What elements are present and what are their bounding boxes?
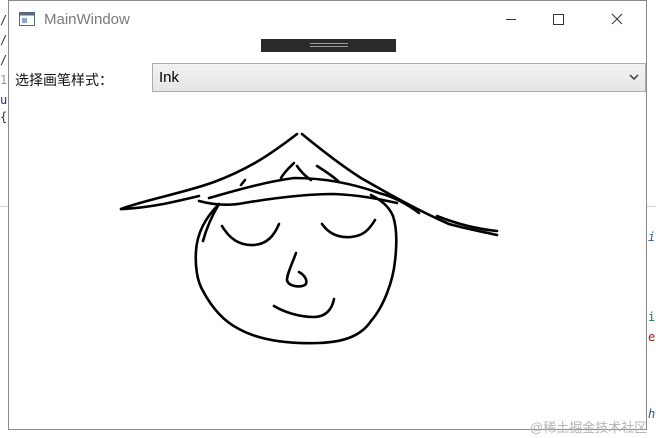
watermark: @稀土掘金技术社区: [530, 420, 648, 435]
ink-stroke: [239, 178, 247, 187]
pen-style-selected-value: Ink: [159, 69, 180, 86]
grip-line: [310, 43, 348, 44]
ink-stroke: [300, 132, 499, 237]
minimize-button[interactable]: [488, 1, 534, 37]
bg-divider: [646, 206, 656, 207]
bg-code-glyph: e: [648, 330, 656, 344]
bg-code-glyph: /: [0, 53, 8, 67]
close-button[interactable]: [594, 1, 640, 37]
bg-code-glyph: i: [648, 230, 656, 244]
title-bar[interactable]: MainWindow: [9, 1, 646, 37]
ink-stroke: [197, 192, 399, 207]
bg-code-glyph: 1: [0, 73, 8, 87]
pen-style-label: 选择画笔样式：: [15, 72, 113, 88]
bg-code-glyph: i: [648, 310, 656, 324]
window-title: MainWindow: [44, 11, 130, 28]
grip-line: [310, 46, 348, 47]
chevron-down-icon: [629, 74, 639, 80]
close-icon: [611, 13, 623, 25]
maximize-icon: [553, 14, 564, 25]
ink-canvas[interactable]: [9, 96, 646, 386]
ink-stroke: [194, 193, 398, 345]
app-window-icon: [19, 12, 35, 26]
ink-stroke: [285, 251, 308, 288]
ink-stroke: [272, 297, 336, 319]
debug-toolbar[interactable]: [261, 39, 396, 52]
ink-stroke: [220, 222, 281, 247]
ink-stroke: [320, 218, 377, 239]
bg-code-glyph: /: [0, 33, 8, 47]
bg-code-glyph: {: [0, 110, 8, 124]
bg-code-glyph: /: [0, 13, 8, 27]
bg-code-glyph: u: [0, 93, 8, 107]
bg-code-glyph: h: [648, 407, 656, 421]
main-window: MainWindow 选择画笔样式： Ink: [8, 0, 647, 430]
pen-style-combobox[interactable]: Ink: [152, 63, 646, 92]
minimize-icon: [506, 19, 516, 20]
maximize-button[interactable]: [535, 1, 581, 37]
ink-stroke: [279, 161, 296, 180]
